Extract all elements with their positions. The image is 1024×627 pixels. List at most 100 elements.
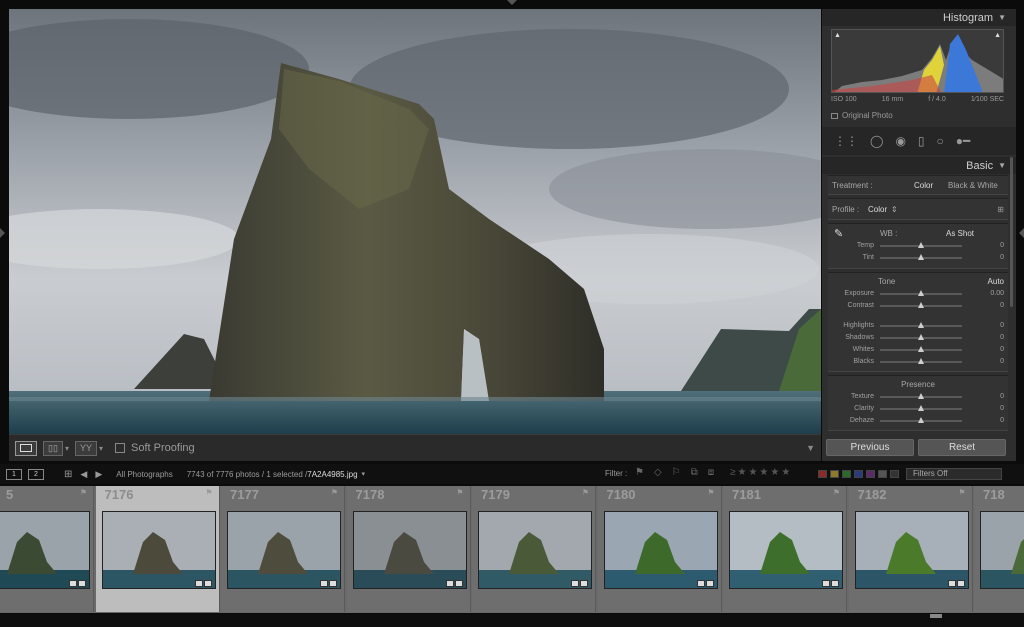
filmstrip-scrollbar[interactable] — [0, 614, 1024, 627]
filmstrip-cell[interactable]: 7179 ⚑ — [472, 486, 596, 612]
left-panel-toggle-icon[interactable] — [0, 228, 5, 238]
collection-badge-icon[interactable] — [69, 580, 77, 587]
pick-flag-filter-icon[interactable]: ⚑ — [635, 467, 644, 478]
slider-tint[interactable]: Tint 0 — [828, 252, 1008, 264]
toolbar-options-chevron-icon[interactable]: ▼ — [806, 443, 815, 453]
color-label-filter[interactable] — [842, 470, 851, 478]
survey-view-button[interactable]: YY — [75, 440, 98, 456]
flag-icon[interactable]: ⚑ — [331, 488, 338, 497]
soft-proofing-checkbox[interactable] — [115, 443, 126, 453]
flag-icon[interactable]: ⚑ — [833, 488, 840, 497]
filmstrip-thumbnail[interactable] — [980, 511, 1024, 589]
filmstrip-scroll-thumb[interactable] — [930, 614, 942, 618]
slider-value[interactable]: 0 — [1000, 320, 1004, 332]
rating-filter-icon[interactable]: ≥★★★★★ — [730, 467, 792, 478]
slider-blacks[interactable]: Blacks 0 — [828, 356, 1008, 368]
filmstrip-thumbnail[interactable] — [227, 511, 341, 589]
slider-exposure[interactable]: Exposure 0.00 — [828, 288, 1008, 300]
unedited-filter-icon[interactable]: ⧈ — [708, 467, 714, 478]
crop-tool-icon[interactable]: ⋮⋮ — [834, 135, 858, 147]
histogram-header[interactable]: Histogram ▼ — [822, 9, 1016, 26]
slider-value[interactable]: 0.00 — [990, 288, 1004, 300]
slider-clarity[interactable]: Clarity 0 — [828, 403, 1008, 415]
filmstrip-cell[interactable]: 7177 ⚑ — [221, 486, 345, 612]
main-photo-view[interactable] — [9, 9, 821, 434]
graduated-filter-icon[interactable]: ▯ — [918, 135, 925, 147]
tone-auto-button[interactable]: Auto — [988, 276, 1004, 288]
slider-thumb[interactable] — [918, 405, 924, 411]
treatment-color-option[interactable]: Color — [914, 176, 933, 196]
slider-value[interactable]: 0 — [1000, 300, 1004, 312]
loupe-view-button[interactable] — [15, 440, 37, 456]
collection-badge-icon[interactable] — [320, 580, 328, 587]
edited-badge-icon[interactable] — [956, 580, 965, 587]
filmstrip-cell[interactable]: 7182 ⚑ — [848, 486, 973, 612]
slider-thumb[interactable] — [918, 417, 924, 423]
filmstrip-thumbnail[interactable] — [854, 511, 969, 589]
survey-caret-icon[interactable]: ▾ — [99, 444, 103, 453]
filmstrip-cell[interactable]: 7180 ⚑ — [597, 486, 722, 612]
wb-select[interactable]: As Shot — [946, 228, 974, 240]
edited-badge-icon[interactable] — [78, 580, 86, 587]
filmstrip-thumbnail[interactable] — [478, 511, 592, 589]
forward-arrow-icon[interactable]: ▶ — [95, 469, 102, 480]
slider-value[interactable]: 0 — [1000, 403, 1004, 415]
filmstrip-thumbnail[interactable] — [352, 511, 467, 589]
slider-contrast[interactable]: Contrast 0 — [828, 300, 1008, 312]
slider-whites[interactable]: Whites 0 — [828, 344, 1008, 356]
filmstrip-thumbnail[interactable] — [729, 511, 843, 589]
slider-shadows[interactable]: Shadows 0 — [828, 332, 1008, 344]
slider-value[interactable]: 0 — [1000, 391, 1004, 403]
before-after-button[interactable]: ▯▯ — [43, 440, 63, 456]
shadow-clipping-icon[interactable]: ▲ — [834, 32, 841, 39]
before-after-caret-icon[interactable]: ▾ — [65, 444, 69, 453]
unflagged-filter-icon[interactable]: ◇ — [654, 467, 662, 478]
filmstrip-thumbnail[interactable] — [0, 511, 90, 589]
slider-thumb[interactable] — [918, 254, 924, 260]
adjustment-brush-icon[interactable]: ●━ — [956, 135, 970, 147]
flag-icon[interactable]: ⚑ — [707, 488, 714, 497]
slider-value[interactable]: 0 — [1000, 252, 1004, 264]
reset-button[interactable]: Reset — [918, 439, 1006, 456]
flag-icon[interactable]: ⚑ — [80, 488, 87, 497]
filmstrip-cell[interactable]: 5 ⚑ — [0, 486, 94, 612]
original-photo-toggle[interactable]: Original Photo — [831, 111, 893, 120]
slider-value[interactable]: 0 — [1000, 344, 1004, 356]
slider-thumb[interactable] — [918, 346, 924, 352]
radial-filter-icon[interactable]: ○ — [937, 135, 944, 147]
slider-thumb[interactable] — [918, 322, 924, 328]
slider-thumb[interactable] — [918, 358, 924, 364]
slider-value[interactable]: 0 — [1000, 332, 1004, 344]
filmstrip-thumbnail[interactable] — [603, 511, 718, 589]
basic-header[interactable]: Basic ▼ — [822, 157, 1016, 174]
highlight-clipping-icon[interactable]: ▲ — [994, 32, 1001, 39]
collection-badge-icon[interactable] — [194, 580, 203, 587]
selected-filename[interactable]: 7A2A4985.jpg — [307, 470, 357, 479]
filmstrip-cell[interactable]: 718⚑ — [974, 486, 1024, 612]
edited-filter-icon[interactable]: ⧉ — [691, 467, 698, 478]
profile-select[interactable]: Color — [868, 199, 887, 221]
profile-browser-icon[interactable]: ⊞ — [997, 199, 1004, 221]
flag-icon[interactable]: ⚑ — [205, 488, 212, 497]
color-label-filter[interactable] — [878, 470, 887, 478]
edited-badge-icon[interactable] — [705, 580, 714, 587]
rejected-filter-icon[interactable]: ⚐ — [672, 467, 681, 478]
filmstrip-source[interactable]: All Photographs — [116, 470, 172, 479]
slider-highlights[interactable]: Highlights 0 — [828, 320, 1008, 332]
filmstrip-thumbnail[interactable] — [101, 511, 216, 589]
filmstrip-cell[interactable]: 7181 ⚑ — [723, 486, 847, 612]
right-panel-toggle-icon[interactable] — [1019, 228, 1024, 238]
back-arrow-icon[interactable]: ◀ — [80, 469, 87, 480]
filmstrip-cell[interactable]: 7176 ⚑ — [95, 486, 220, 612]
slider-texture[interactable]: Texture 0 — [828, 391, 1008, 403]
slider-thumb[interactable] — [918, 290, 924, 296]
red-eye-icon[interactable]: ◉ — [895, 135, 905, 147]
slider-temp[interactable]: Temp 0 — [828, 240, 1008, 252]
filmstrip-cell[interactable]: 7178 ⚑ — [346, 486, 471, 612]
color-label-filter[interactable] — [866, 470, 875, 478]
slider-thumb[interactable] — [918, 393, 924, 399]
edited-badge-icon[interactable] — [580, 580, 588, 587]
flag-icon[interactable]: ⚑ — [582, 488, 589, 497]
secondary-window-button[interactable]: 2 — [28, 468, 44, 480]
flag-icon[interactable]: ⚑ — [456, 488, 463, 497]
